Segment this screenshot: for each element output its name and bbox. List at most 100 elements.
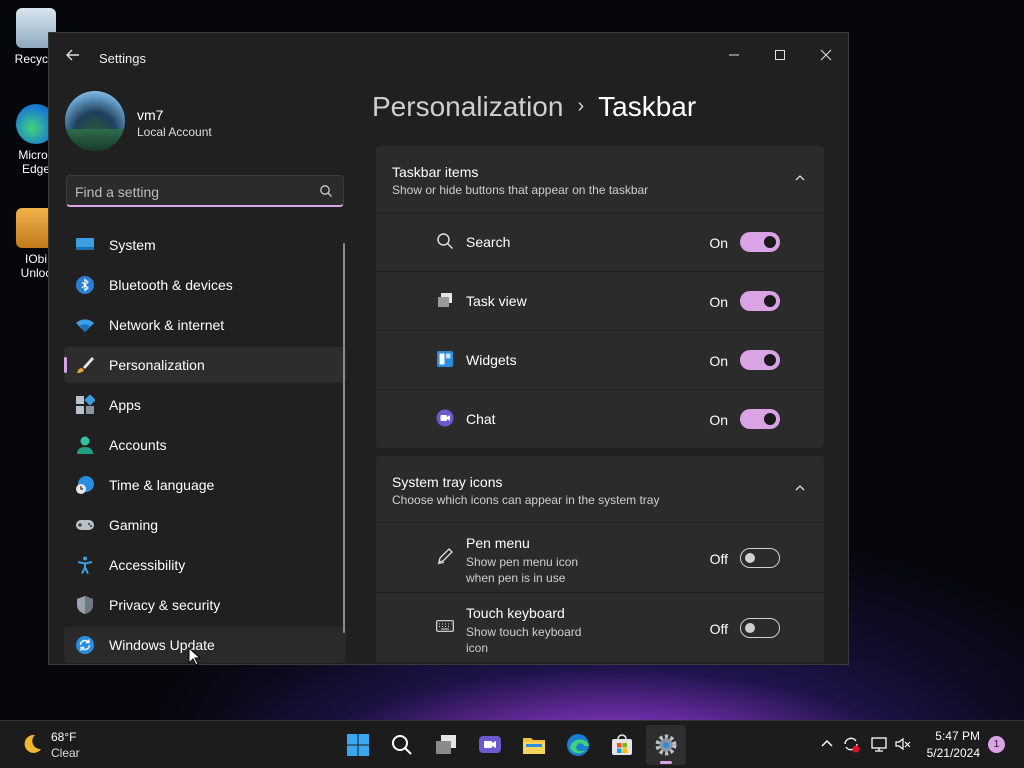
account-type: Local Account bbox=[137, 125, 212, 139]
avatar[interactable] bbox=[65, 91, 125, 151]
search-input[interactable] bbox=[75, 182, 305, 202]
taskbar-edge-button[interactable] bbox=[558, 725, 598, 765]
sidebar-item-time-language[interactable]: Time & language bbox=[64, 467, 346, 503]
setting-label: Pen menu bbox=[466, 535, 530, 551]
sidebar-item-accessibility[interactable]: Accessibility bbox=[64, 547, 346, 583]
minimize-button[interactable] bbox=[711, 39, 757, 71]
chevron-up-icon[interactable] bbox=[794, 482, 806, 494]
volume-muted-icon[interactable] bbox=[894, 735, 912, 753]
breadcrumb: Personalization › Taskbar bbox=[372, 91, 696, 123]
toggle-knob bbox=[764, 295, 776, 307]
edge-icon bbox=[567, 734, 589, 756]
setting-row-chat: Chat On bbox=[376, 390, 824, 448]
setting-row-task-view: Task view On bbox=[376, 272, 824, 330]
weather-temperature[interactable]: 68°F bbox=[51, 730, 76, 744]
sidebar-item-label: Accounts bbox=[109, 437, 167, 453]
settings-window: Settings vm7 Local Account System Blueto… bbox=[48, 32, 849, 665]
back-arrow-icon bbox=[66, 49, 79, 61]
widgets-icon bbox=[437, 351, 453, 367]
toggle-state-label: On bbox=[709, 353, 728, 369]
toggle-state-label: Off bbox=[709, 621, 728, 637]
search-box[interactable] bbox=[66, 175, 344, 207]
sidebar-item-gaming[interactable]: Gaming bbox=[64, 507, 346, 543]
sidebar-item-label: Gaming bbox=[109, 517, 159, 533]
toggle-state-label: On bbox=[709, 235, 728, 251]
chat-toggle[interactable] bbox=[740, 409, 780, 429]
sidebar-item-network[interactable]: Network & internet bbox=[64, 307, 346, 343]
sidebar-item-label: System bbox=[109, 237, 156, 253]
touch-keyboard-toggle[interactable] bbox=[740, 618, 780, 638]
setting-label: Widgets bbox=[466, 352, 517, 368]
moon-icon[interactable] bbox=[20, 732, 44, 756]
setting-label: Search bbox=[466, 234, 511, 250]
maximize-button[interactable] bbox=[757, 39, 803, 71]
sidebar-item-label: Privacy & security bbox=[109, 597, 221, 613]
toggle-knob bbox=[745, 623, 755, 633]
clock-time[interactable]: 5:47 PM bbox=[935, 729, 980, 743]
sidebar-scrollbar[interactable] bbox=[343, 243, 345, 633]
sidebar-item-label: Bluetooth & devices bbox=[109, 277, 233, 293]
search-toggle[interactable] bbox=[740, 232, 780, 252]
sidebar-item-apps[interactable]: Apps bbox=[64, 387, 346, 423]
sidebar-item-system[interactable]: System bbox=[64, 227, 346, 263]
setting-description: Show touch keyboard icon bbox=[466, 625, 582, 655]
wifi-icon bbox=[76, 319, 94, 332]
taskbar-chat-button[interactable] bbox=[470, 725, 510, 765]
sidebar-item-label: Personalization bbox=[109, 357, 205, 373]
sidebar-item-personalization[interactable]: Personalization bbox=[64, 347, 346, 383]
minimize-icon bbox=[729, 54, 739, 56]
weather-condition[interactable]: Clear bbox=[51, 746, 80, 760]
close-button[interactable] bbox=[803, 39, 848, 71]
taskbar-task-view-button[interactable] bbox=[426, 725, 466, 765]
section-title: System tray icons bbox=[392, 474, 503, 490]
update-icon bbox=[76, 636, 94, 654]
search-icon[interactable] bbox=[319, 184, 333, 198]
page-title: Taskbar bbox=[598, 91, 697, 122]
widgets-toggle[interactable] bbox=[740, 350, 780, 370]
taskbar-store-button[interactable] bbox=[602, 725, 642, 765]
sidebar-item-label: Time & language bbox=[109, 477, 215, 493]
taskbar-settings-button[interactable] bbox=[646, 725, 686, 765]
windows-logo-icon bbox=[347, 734, 369, 756]
folder-icon bbox=[523, 738, 545, 754]
clock-date[interactable]: 5/21/2024 bbox=[927, 746, 980, 760]
section-system-tray-header[interactable]: System tray icons Choose which icons can… bbox=[376, 456, 824, 522]
task-view-icon bbox=[436, 735, 456, 754]
maximize-icon bbox=[775, 50, 785, 61]
store-icon bbox=[612, 734, 632, 755]
sidebar-item-windows-update[interactable]: Windows Update bbox=[64, 627, 346, 663]
sidebar-item-accounts[interactable]: Accounts bbox=[64, 427, 346, 463]
chat-icon bbox=[436, 409, 454, 427]
taskbar-file-explorer-button[interactable] bbox=[514, 725, 554, 765]
toggle-state-label: On bbox=[709, 294, 728, 310]
section-taskbar-items-header[interactable]: Taskbar items Show or hide buttons that … bbox=[376, 146, 824, 212]
close-icon bbox=[820, 49, 832, 61]
setting-row-pen-menu: Pen menu Show pen menu icon when pen is … bbox=[376, 523, 824, 592]
setting-label: Touch keyboard bbox=[466, 605, 565, 621]
setting-row-search: Search On bbox=[376, 213, 824, 271]
back-button[interactable] bbox=[63, 47, 83, 67]
task-view-toggle[interactable] bbox=[740, 291, 780, 311]
title-bar[interactable]: Settings bbox=[49, 33, 848, 81]
keyboard-icon bbox=[436, 620, 454, 632]
sidebar-item-privacy[interactable]: Privacy & security bbox=[64, 587, 346, 623]
system-icon bbox=[76, 238, 94, 250]
start-button[interactable] bbox=[338, 725, 378, 765]
gamepad-icon bbox=[76, 520, 94, 530]
chevron-up-icon[interactable] bbox=[818, 735, 836, 753]
breadcrumb-parent[interactable]: Personalization bbox=[372, 91, 563, 122]
notification-badge[interactable]: 1 bbox=[988, 736, 1005, 753]
sync-warning-icon[interactable] bbox=[842, 735, 860, 753]
sidebar-item-label: Network & internet bbox=[109, 317, 225, 333]
sidebar-item-bluetooth[interactable]: Bluetooth & devices bbox=[64, 267, 346, 303]
pen-menu-toggle[interactable] bbox=[740, 548, 780, 568]
search-icon bbox=[437, 233, 454, 250]
apps-icon bbox=[76, 395, 95, 414]
chevron-up-icon[interactable] bbox=[794, 172, 806, 184]
taskbar-search-button[interactable] bbox=[382, 725, 422, 765]
app-title: Settings bbox=[99, 51, 146, 66]
toggle-state-label: Off bbox=[709, 551, 728, 567]
network-icon[interactable] bbox=[870, 735, 888, 753]
taskbar: 68°F Clear 5:47 PM 5/21/2024 1 bbox=[0, 720, 1024, 768]
shield-icon bbox=[77, 596, 93, 614]
